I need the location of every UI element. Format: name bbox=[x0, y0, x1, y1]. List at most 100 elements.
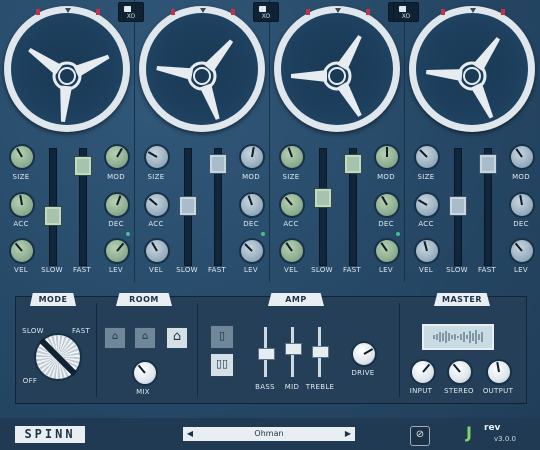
slow-label: SLOW bbox=[41, 266, 63, 274]
vel-knob[interactable] bbox=[414, 238, 440, 264]
fast-fader[interactable] bbox=[209, 154, 227, 174]
lev-knob[interactable] bbox=[104, 238, 130, 264]
settings-button[interactable]: ⊘ bbox=[410, 426, 430, 446]
acc-label: ACC bbox=[418, 220, 434, 228]
acc-label: ACC bbox=[148, 220, 164, 228]
mode-off-label: OFF bbox=[22, 377, 38, 385]
tape-reel[interactable] bbox=[274, 6, 400, 132]
mod-label: MOD bbox=[107, 173, 125, 181]
fast-label: FAST bbox=[477, 266, 497, 274]
lev-knob[interactable] bbox=[239, 238, 265, 264]
acc-knob[interactable] bbox=[144, 192, 170, 218]
fast-fader[interactable] bbox=[479, 154, 497, 174]
room-small-button[interactable]: ⌂ bbox=[104, 327, 126, 349]
channel-strip-4: XO SIZE ACC VEL SLOW FAST MOD DEC LEV bbox=[393, 0, 539, 282]
bass-label: BASS bbox=[255, 383, 275, 391]
dec-label: DEC bbox=[108, 220, 124, 228]
size-label: SIZE bbox=[282, 173, 300, 181]
output-knob[interactable] bbox=[486, 359, 512, 385]
acc-label: ACC bbox=[13, 220, 29, 228]
size-label: SIZE bbox=[147, 173, 165, 181]
input-knob[interactable] bbox=[410, 359, 436, 385]
fast-fader[interactable] bbox=[74, 156, 92, 176]
house-icon: ⌂ bbox=[111, 331, 119, 342]
room-large-button[interactable]: ⌂ bbox=[166, 327, 188, 349]
bass-slider[interactable] bbox=[258, 348, 275, 360]
status-led bbox=[261, 232, 265, 236]
status-led bbox=[396, 232, 400, 236]
stereo-knob[interactable] bbox=[447, 359, 473, 385]
mod-knob[interactable] bbox=[509, 144, 535, 170]
size-knob[interactable] bbox=[279, 144, 305, 170]
slow-fader[interactable] bbox=[179, 196, 197, 216]
lev-label: LEV bbox=[243, 266, 258, 274]
fast-fader[interactable] bbox=[344, 154, 362, 174]
mode-fast-label: FAST bbox=[71, 327, 91, 335]
channel-strip-3: XO SIZE ACC VEL SLOW bbox=[270, 0, 414, 282]
dec-knob[interactable] bbox=[509, 192, 535, 218]
input-label: INPUT bbox=[409, 387, 433, 395]
channel-strip-1: XO SIZE ACC VEL SLOW FAST MOD DEC LEV bbox=[0, 0, 144, 282]
room-mix-knob[interactable] bbox=[132, 360, 158, 386]
settings-icon: ⊘ bbox=[415, 429, 425, 440]
waveform-display bbox=[422, 324, 494, 350]
dec-knob[interactable] bbox=[239, 192, 265, 218]
mod-knob[interactable] bbox=[374, 144, 400, 170]
drive-knob[interactable] bbox=[351, 341, 377, 367]
spinn-plugin-window: XO SIZE ACC VEL SLOW FAST MOD DEC LEV XO… bbox=[0, 0, 540, 450]
slow-fader[interactable] bbox=[44, 206, 62, 226]
house-icon: ⌂ bbox=[141, 331, 149, 342]
preset-selector[interactable]: ◀ Ohman ▶ bbox=[183, 427, 355, 441]
lev-knob[interactable] bbox=[509, 238, 535, 264]
preset-name[interactable]: Ohman bbox=[197, 427, 341, 441]
dec-knob[interactable] bbox=[374, 192, 400, 218]
lev-label: LEV bbox=[513, 266, 528, 274]
treble-label: TREBLE bbox=[305, 383, 335, 391]
size-label: SIZE bbox=[417, 173, 435, 181]
acc-knob[interactable] bbox=[9, 192, 35, 218]
lev-knob[interactable] bbox=[374, 238, 400, 264]
slow-fader[interactable] bbox=[314, 188, 332, 208]
mode-selector-knob[interactable] bbox=[34, 333, 82, 381]
treble-slider[interactable] bbox=[312, 346, 329, 358]
mod-knob[interactable] bbox=[104, 144, 130, 170]
mix-label: MIX bbox=[136, 388, 150, 396]
amp-tube-b-button[interactable]: ▯▯ bbox=[210, 353, 234, 377]
size-label: SIZE bbox=[12, 173, 30, 181]
size-knob[interactable] bbox=[144, 144, 170, 170]
mod-knob[interactable] bbox=[239, 144, 265, 170]
dec-knob[interactable] bbox=[104, 192, 130, 218]
slow-label: SLOW bbox=[176, 266, 198, 274]
mid-slider[interactable] bbox=[285, 343, 302, 355]
tape-reel[interactable] bbox=[4, 6, 130, 132]
global-controls-panel: MODE SLOW FAST OFF ROOM ⌂ ⌂ ⌂ MIX AMP ▯ … bbox=[15, 293, 527, 404]
size-knob[interactable] bbox=[9, 144, 35, 170]
acc-knob[interactable] bbox=[279, 192, 305, 218]
size-knob[interactable] bbox=[414, 144, 440, 170]
vel-label: VEL bbox=[418, 266, 433, 274]
acc-knob[interactable] bbox=[414, 192, 440, 218]
vel-knob[interactable] bbox=[9, 238, 35, 264]
spinn-logo: SPINN bbox=[15, 426, 85, 443]
vel-knob[interactable] bbox=[279, 238, 305, 264]
lev-label: LEV bbox=[108, 266, 123, 274]
house-icon: ⌂ bbox=[172, 329, 182, 344]
slow-fader[interactable] bbox=[449, 196, 467, 216]
tape-reel[interactable] bbox=[139, 6, 265, 132]
tape-reel[interactable] bbox=[409, 6, 535, 132]
amp-tube-a-button[interactable]: ▯ bbox=[210, 325, 234, 349]
mod-label: MOD bbox=[377, 173, 395, 181]
fast-label: FAST bbox=[72, 266, 92, 274]
slow-label: SLOW bbox=[446, 266, 468, 274]
preset-next-button[interactable]: ▶ bbox=[341, 427, 355, 441]
amp-title: AMP bbox=[268, 293, 324, 306]
room-medium-button[interactable]: ⌂ bbox=[134, 327, 156, 349]
mod-label: MOD bbox=[512, 173, 530, 181]
preset-prev-button[interactable]: ◀ bbox=[183, 427, 197, 441]
vel-label: VEL bbox=[283, 266, 298, 274]
acc-label: ACC bbox=[283, 220, 299, 228]
dual-tube-icon: ▯▯ bbox=[215, 357, 229, 370]
vel-label: VEL bbox=[13, 266, 28, 274]
vel-knob[interactable] bbox=[144, 238, 170, 264]
dec-label: DEC bbox=[243, 220, 259, 228]
